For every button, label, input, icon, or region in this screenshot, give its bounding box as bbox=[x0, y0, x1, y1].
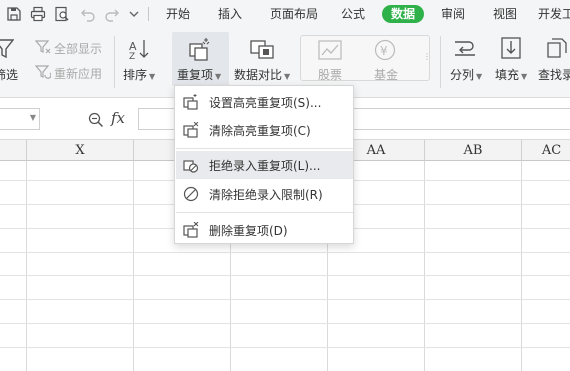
grid-line bbox=[521, 161, 522, 371]
menu-item-label: 清除高亮重复项(C) bbox=[209, 124, 311, 138]
column-header-ab[interactable]: AB bbox=[425, 140, 522, 161]
split-button[interactable]: 分列 ▼ bbox=[450, 66, 482, 83]
tab-home[interactable]: 开始 bbox=[160, 5, 196, 23]
column-header-ac[interactable]: AC bbox=[522, 140, 570, 161]
funds-button[interactable]: 基金 bbox=[374, 66, 398, 83]
split-columns-icon bbox=[453, 38, 477, 60]
menu-item-clear-highlight[interactable]: 清除高亮重复项(C) bbox=[176, 116, 353, 144]
grid-line bbox=[424, 161, 425, 371]
ribbon-divider bbox=[440, 36, 441, 88]
sort-button[interactable]: 排序 ▼ bbox=[123, 66, 155, 83]
clear-restriction-icon bbox=[183, 186, 199, 202]
quick-access-more-icon[interactable] bbox=[126, 6, 139, 22]
yen-coin-icon: ¥ bbox=[374, 39, 396, 61]
fill-button[interactable]: 填充 ▼ bbox=[495, 66, 527, 83]
menu-item-label: 设置高亮重复项(S)... bbox=[209, 96, 322, 110]
find-record-icon bbox=[546, 37, 570, 61]
svg-text:¥: ¥ bbox=[380, 44, 388, 58]
grid-line bbox=[0, 275, 570, 276]
menu-item-delete-duplicates[interactable]: 删除重复项(D) bbox=[176, 216, 353, 244]
divider bbox=[148, 7, 149, 21]
column-header-w[interactable] bbox=[0, 140, 27, 161]
menu-divider bbox=[176, 148, 353, 149]
menu-item-clear-restriction[interactable]: 清除拒绝录入限制(R) bbox=[176, 180, 353, 208]
grid-line bbox=[0, 299, 570, 300]
redo-icon[interactable] bbox=[104, 6, 120, 22]
print-icon[interactable] bbox=[30, 6, 46, 22]
tab-review[interactable]: 审阅 bbox=[438, 5, 468, 23]
reapply-icon bbox=[35, 65, 51, 79]
menu-divider bbox=[176, 212, 353, 213]
menu-tab-bar: 开始 插入 页面布局 公式 数据 审阅 视图 开发工 bbox=[0, 0, 570, 28]
menu-item-reject-duplicates[interactable]: 拒绝录入重复项(L)... bbox=[176, 151, 353, 179]
menu-item-highlight-duplicates[interactable]: 设置高亮重复项(S)... bbox=[176, 88, 353, 116]
duplicates-label: 重复项 ▼ bbox=[177, 68, 222, 82]
duplicates-text: 重复项 bbox=[177, 68, 214, 82]
filter-button[interactable]: 筛选 bbox=[0, 66, 18, 83]
grid-line bbox=[0, 347, 570, 348]
grid-line bbox=[26, 161, 27, 371]
compare-label: 数据对比 bbox=[234, 68, 283, 82]
split-label: 分列 bbox=[450, 68, 475, 82]
reapply-button[interactable]: 重新应用 bbox=[54, 65, 102, 82]
undo-icon[interactable] bbox=[80, 6, 96, 22]
tab-view[interactable]: 视图 bbox=[490, 5, 520, 23]
name-box[interactable]: ▼ bbox=[0, 108, 40, 130]
sort-icon: AZ bbox=[128, 38, 152, 60]
svg-text:Z: Z bbox=[129, 52, 135, 60]
tab-insert[interactable]: 插入 bbox=[212, 5, 248, 23]
menu-item-label: 拒绝录入重复项(L)... bbox=[209, 159, 321, 173]
clear-highlight-icon bbox=[183, 122, 199, 138]
highlight-duplicates-icon bbox=[183, 94, 199, 110]
stock-group-more[interactable]: ⋮ bbox=[423, 52, 431, 61]
filter-icon[interactable] bbox=[0, 38, 14, 60]
show-all-button[interactable]: 全部显示 bbox=[54, 40, 102, 57]
menu-item-label: 删除重复项(D) bbox=[209, 224, 288, 238]
menu-item-label: 清除拒绝录入限制(R) bbox=[209, 188, 323, 202]
sort-label: 排序 bbox=[123, 68, 148, 82]
duplicates-dropdown-menu: 设置高亮重复项(S)... 清除高亮重复项(C) 拒绝录入重复项(L)... 清… bbox=[174, 85, 354, 244]
fill-down-icon bbox=[500, 37, 522, 61]
zoom-formula-icon[interactable] bbox=[88, 112, 104, 128]
duplicates-icon bbox=[188, 37, 212, 61]
tab-page-layout[interactable]: 页面布局 bbox=[264, 5, 324, 23]
tab-formulas[interactable]: 公式 bbox=[338, 5, 368, 23]
stock-chart-icon bbox=[318, 40, 342, 60]
compare-icon bbox=[250, 37, 276, 61]
compare-button[interactable]: 数据对比 ▼ bbox=[234, 66, 290, 83]
tab-developer[interactable]: 开发工 bbox=[538, 5, 570, 23]
ribbon-divider bbox=[114, 36, 115, 88]
name-box-dropdown-icon[interactable]: ▼ bbox=[30, 113, 36, 122]
reject-duplicates-icon bbox=[183, 157, 199, 173]
show-all-icon bbox=[35, 40, 51, 54]
fill-label: 填充 bbox=[495, 68, 520, 82]
grid-line bbox=[0, 252, 570, 253]
grid-line bbox=[0, 323, 570, 324]
column-header-x[interactable]: X bbox=[27, 140, 134, 161]
print-preview-icon[interactable] bbox=[54, 6, 70, 22]
find-record-button[interactable]: 查找录 bbox=[538, 66, 570, 83]
fx-icon[interactable]: fx bbox=[111, 109, 125, 127]
tab-data[interactable]: 数据 bbox=[382, 5, 424, 23]
save-icon[interactable] bbox=[6, 6, 22, 22]
delete-duplicates-icon bbox=[183, 222, 199, 238]
grid-line bbox=[133, 161, 134, 371]
stocks-button[interactable]: 股票 bbox=[318, 66, 342, 83]
